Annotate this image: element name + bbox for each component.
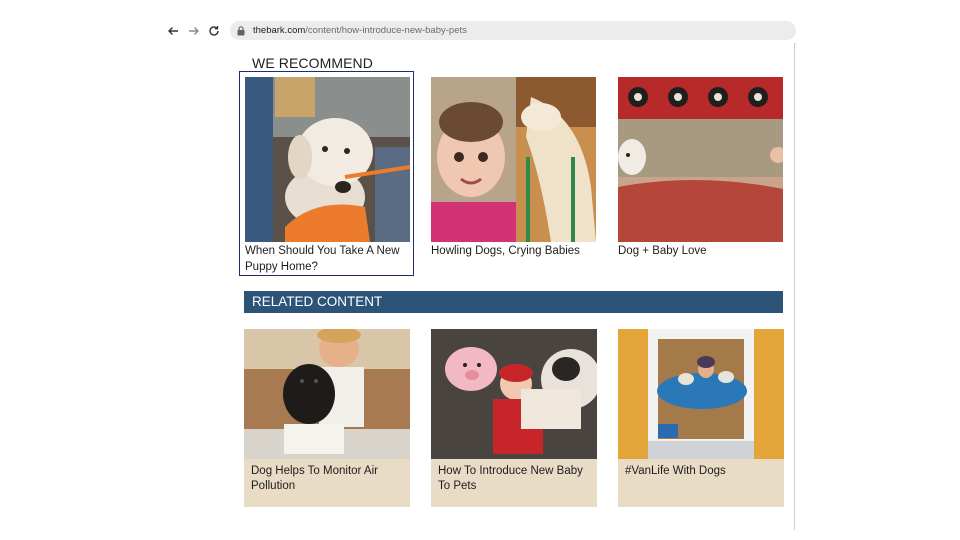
- card-caption[interactable]: #VanLife With Dogs: [618, 459, 784, 479]
- card-caption[interactable]: How To Introduce New Baby To Pets: [431, 459, 597, 494]
- recommend-card[interactable]: When Should You Take A New Puppy Home?: [245, 77, 410, 275]
- related-card[interactable]: #VanLife With Dogs: [618, 329, 784, 507]
- puppy-with-toy-image[interactable]: [245, 77, 410, 242]
- card-caption[interactable]: Dog + Baby Love: [618, 243, 783, 259]
- baby-and-dog-image[interactable]: [431, 77, 596, 242]
- recommend-card[interactable]: Howling Dogs, Crying Babies: [431, 77, 596, 259]
- recommend-heading: WE RECOMMEND: [252, 55, 373, 71]
- card-caption[interactable]: Howling Dogs, Crying Babies: [431, 243, 596, 259]
- related-card[interactable]: Dog Helps To Monitor Air Pollution: [244, 329, 410, 507]
- recommend-card[interactable]: Dog + Baby Love: [618, 77, 783, 259]
- browser-toolbar: thebark.com/content/how-introduce-new-ba…: [158, 19, 796, 44]
- forward-arrow-icon[interactable]: [185, 22, 203, 40]
- reload-icon[interactable]: [205, 22, 223, 40]
- lock-icon: [237, 25, 247, 37]
- boy-with-black-dog-image[interactable]: [244, 329, 410, 459]
- related-card[interactable]: How To Introduce New Baby To Pets: [431, 329, 597, 507]
- url-text: thebark.com/content/how-introduce-new-ba…: [253, 25, 467, 36]
- card-caption[interactable]: Dog Helps To Monitor Air Pollution: [244, 459, 410, 494]
- baby-with-dog-and-toy-image[interactable]: [431, 329, 597, 459]
- address-bar[interactable]: thebark.com/content/how-introduce-new-ba…: [230, 21, 796, 40]
- back-arrow-icon[interactable]: [164, 22, 182, 40]
- woman-in-van-with-dogs-image[interactable]: [618, 329, 784, 459]
- url-domain: thebark.com: [253, 25, 306, 36]
- url-path: /content/how-introduce-new-baby-pets: [305, 25, 467, 36]
- card-caption[interactable]: When Should You Take A New Puppy Home?: [245, 243, 410, 275]
- related-heading: RELATED CONTENT: [244, 291, 783, 313]
- dog-on-couch-image[interactable]: [618, 77, 783, 242]
